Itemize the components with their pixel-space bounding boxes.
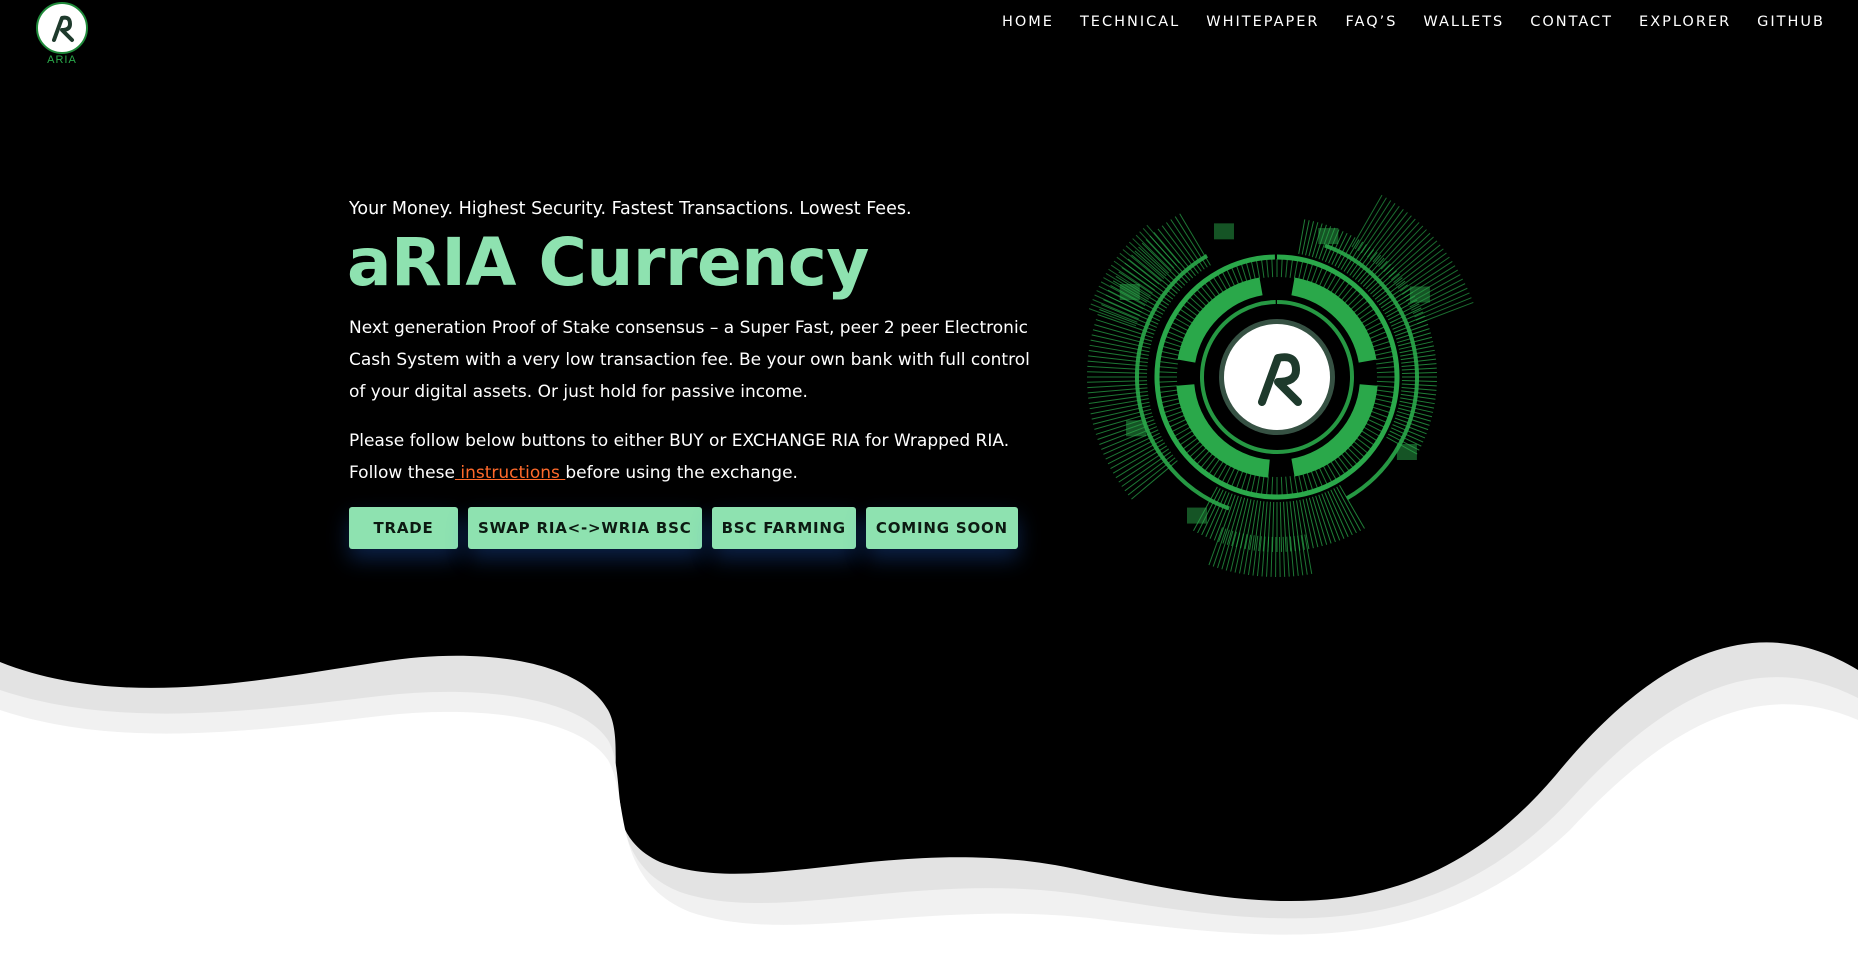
logo-wordmark: ARIA [47,54,77,66]
hero-description: Next generation Proof of Stake consensus… [349,318,1030,402]
hero-note-after: before using the exchange. [565,463,798,483]
nav-wallets[interactable]: WALLETS [1423,14,1504,30]
nav-whitepaper[interactable]: WHITEPAPER [1206,14,1319,30]
bottom-wave-divider [0,642,1858,956]
bsc-farming-button[interactable]: BSC FARMING [711,507,856,549]
nav-faqs[interactable]: FAQ’S [1346,14,1398,30]
hero-circle-graphic [1040,170,1510,610]
aria-logo-glyph [52,15,74,42]
hero-title: aRIA Currency [347,224,869,301]
swap-button[interactable]: SWAP RIA<->WRIA BSC [468,507,702,549]
trade-button[interactable]: TRADE [349,507,458,549]
nav-technical[interactable]: TECHNICAL [1080,14,1180,30]
hero-tagline: Your Money. Highest Security. Fastest Tr… [349,199,912,219]
coming-soon-button[interactable]: COMING SOON [865,507,1018,549]
tech-ring-illustration [1087,194,1474,577]
landing-page: ARIA HOME TECHNICAL WHITEPAPER FAQ’S WAL… [0,0,1858,956]
instructions-link[interactable]: instructions [455,463,565,483]
nav-home[interactable]: HOME [1002,14,1054,30]
nav-explorer[interactable]: EXPLORER [1639,14,1731,30]
hero-note: Please follow below buttons to either BU… [349,425,1039,489]
aria-logo-icon[interactable] [36,2,88,54]
nav-contact[interactable]: CONTACT [1530,14,1613,30]
main-nav: HOME TECHNICAL WHITEPAPER FAQ’S WALLETS … [976,14,1825,30]
nav-github[interactable]: GITHUB [1757,14,1825,30]
hero-buttons: TRADE SWAP RIA<->WRIA BSC BSC FARMING CO… [349,507,1018,549]
